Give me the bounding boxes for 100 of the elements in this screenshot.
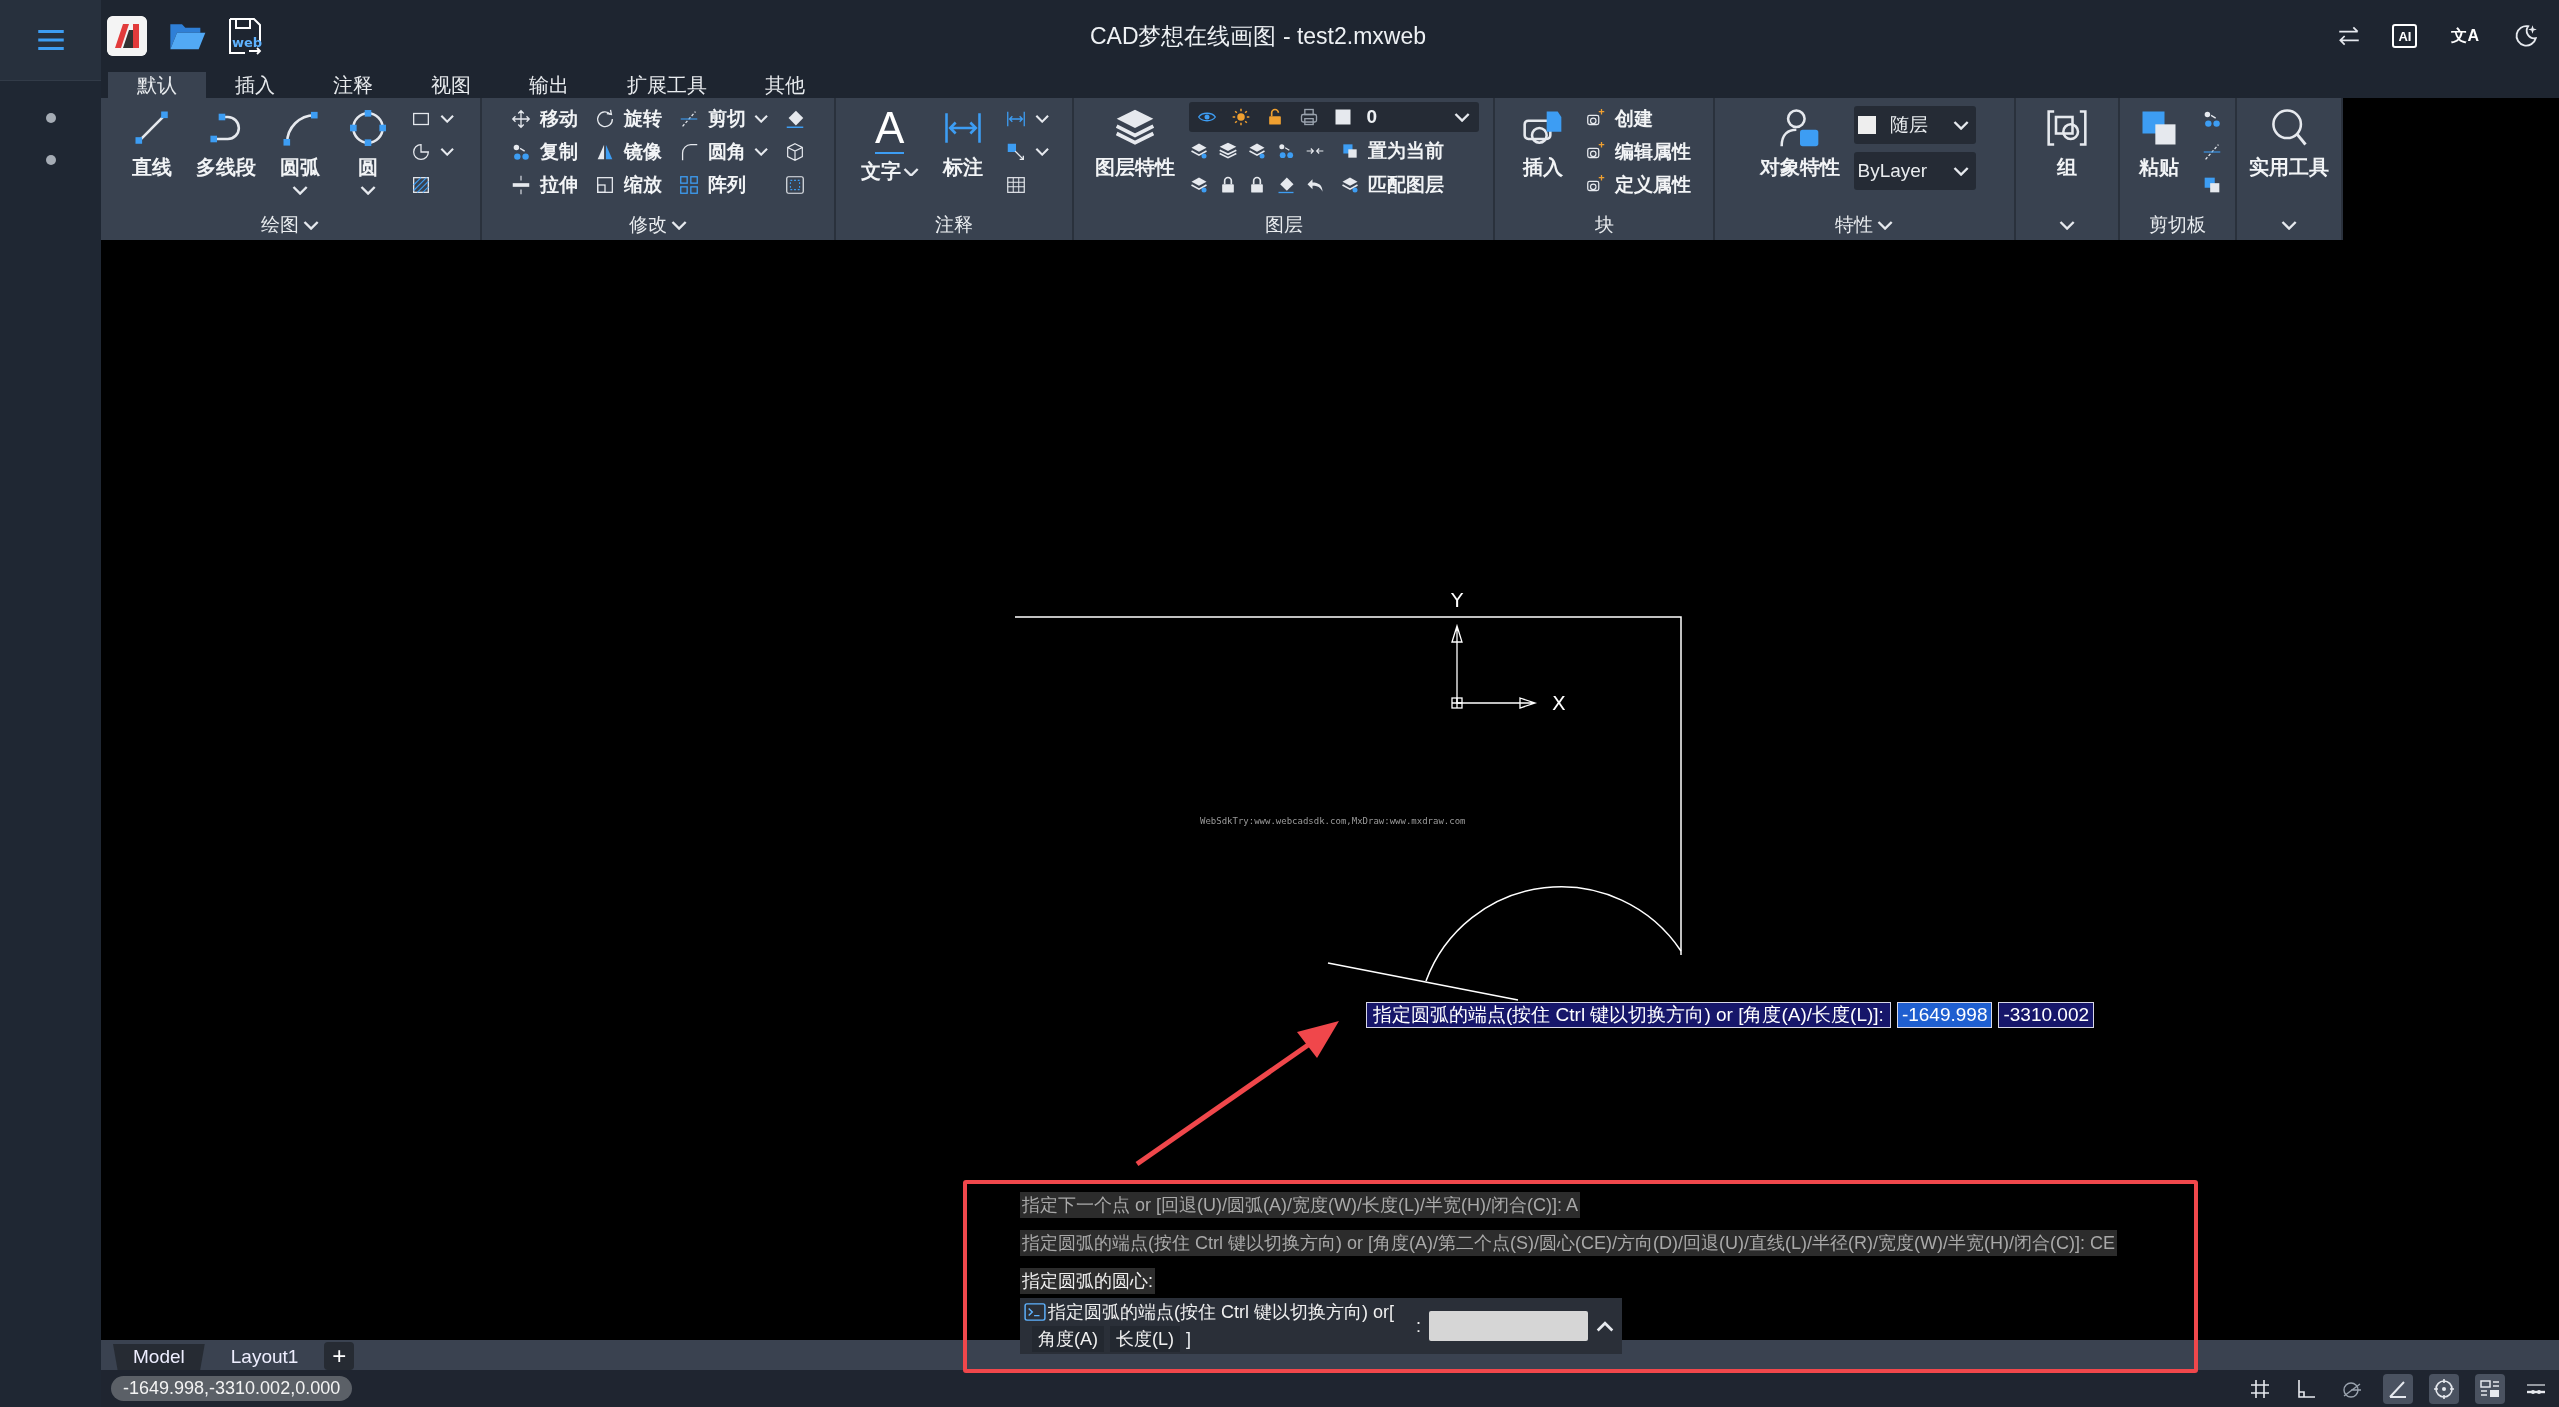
property-dropdown[interactable]: ByLayer bbox=[1853, 152, 1976, 190]
tool-label: 插入 bbox=[1523, 155, 1563, 180]
panel-title: 图层 bbox=[1264, 213, 1303, 237]
option-button[interactable]: 角度(A) bbox=[1032, 1326, 1104, 1352]
coordinates-readout: -1649.998,-3310.002,0.000 bbox=[111, 1376, 353, 1401]
command-prompt: 指定圆弧的端点(按住 Ctrl 键以切换方向) or[ bbox=[1048, 1301, 1394, 1324]
ai-icon[interactable]: AI bbox=[2392, 24, 2418, 48]
tool-button[interactable]: 插入 bbox=[1513, 102, 1573, 185]
tool-button[interactable]: 粘贴 bbox=[2128, 102, 2189, 185]
layout-tab[interactable]: Layout1 bbox=[210, 1344, 319, 1370]
tool-button[interactable]: 标注 bbox=[932, 102, 993, 185]
coordinate-field[interactable]: -3310.002 bbox=[1998, 1002, 2095, 1028]
tool-button[interactable]: 剪切 bbox=[673, 104, 773, 133]
tool-button[interactable]: 直线 bbox=[122, 102, 183, 185]
status-toggle[interactable] bbox=[2383, 1373, 2413, 1404]
tool-label: 圆角 bbox=[707, 139, 746, 164]
tool-button[interactable]: 移动 bbox=[505, 104, 582, 133]
sidebar-dot[interactable] bbox=[45, 113, 56, 123]
tool-label: 圆 bbox=[358, 155, 379, 180]
tool-button[interactable]: 多线段 bbox=[190, 102, 263, 185]
tool-button[interactable]: 复制 bbox=[505, 137, 582, 166]
caret-icon[interactable] bbox=[303, 220, 320, 230]
ribbon-tab[interactable]: 插入 bbox=[206, 72, 304, 98]
ribbon-tab[interactable]: 输出 bbox=[500, 72, 598, 98]
printer-icon bbox=[1298, 107, 1319, 127]
tool-button[interactable]: 图层特性 bbox=[1088, 102, 1181, 185]
coordinate-field[interactable]: -1649.998 bbox=[1896, 1002, 1993, 1028]
tool-label: 阵列 bbox=[707, 172, 746, 197]
tool-button[interactable]: 圆角 bbox=[673, 137, 773, 166]
tool-label: 复制 bbox=[539, 139, 578, 164]
tool-label: 多线段 bbox=[196, 155, 257, 180]
tool-label: 置为当前 bbox=[1367, 139, 1444, 163]
command-input[interactable] bbox=[1429, 1311, 1588, 1341]
layers-icon[interactable] bbox=[1188, 175, 1209, 195]
tool-button[interactable]: 圆 bbox=[338, 102, 399, 199]
tool-button[interactable]: 创建 bbox=[1581, 104, 1695, 133]
grid-squares-icon bbox=[677, 173, 700, 196]
ribbon-tab[interactable]: 扩展工具 bbox=[598, 72, 736, 98]
translate-icon[interactable]: 文A bbox=[2447, 23, 2483, 49]
caret-icon bbox=[1953, 166, 1970, 176]
tool-label: 拉伸 bbox=[539, 172, 578, 197]
layers-icon[interactable] bbox=[1246, 141, 1267, 161]
layers-icon bbox=[1339, 175, 1360, 195]
axis-label: Y bbox=[1451, 588, 1464, 612]
dropdown-value: ByLayer bbox=[1857, 160, 1929, 182]
tool-button[interactable]: 拉伸 bbox=[505, 170, 582, 199]
layer-dropdown[interactable]: 0 bbox=[1188, 102, 1479, 132]
ribbon-tab[interactable]: 其他 bbox=[736, 72, 834, 98]
caret-icon bbox=[1953, 120, 1970, 130]
tool-button[interactable]: 组 bbox=[2037, 102, 2097, 185]
tool-button[interactable]: 阵列 bbox=[673, 170, 773, 199]
logo-icon[interactable] bbox=[107, 16, 147, 56]
panel-title: 绘图 bbox=[261, 213, 300, 237]
tool-label: 对象特性 bbox=[1759, 155, 1840, 180]
ribbon-tab[interactable]: 注释 bbox=[304, 72, 402, 98]
tool-button[interactable]: 编辑属性 bbox=[1581, 137, 1695, 166]
add-tab-button[interactable]: + bbox=[324, 1342, 355, 1370]
caret-icon[interactable] bbox=[1596, 1320, 1614, 1332]
tool-button[interactable]: 定义属性 bbox=[1581, 170, 1695, 199]
status-toggle[interactable] bbox=[2475, 1373, 2505, 1404]
caret-icon[interactable] bbox=[1877, 220, 1894, 230]
tool-button[interactable]: A 文字 bbox=[854, 102, 925, 189]
caret-icon[interactable] bbox=[670, 220, 688, 230]
caret-icon[interactable] bbox=[2280, 220, 2298, 230]
tool-label: 组 bbox=[2057, 155, 2077, 180]
window-title: CAD梦想在线画图 - test2.mxweb bbox=[1089, 21, 1428, 51]
layer-name: 0 bbox=[1366, 106, 1379, 128]
moon-icon[interactable] bbox=[2513, 23, 2539, 49]
panel-title: 注释 bbox=[935, 213, 973, 237]
tool-label: 创建 bbox=[1615, 106, 1653, 131]
layout-tab[interactable]: Model bbox=[113, 1344, 205, 1370]
tool-label: 缩放 bbox=[623, 172, 662, 197]
tool-label: 剪切 bbox=[707, 106, 746, 131]
property-dropdown[interactable]: 随层 bbox=[1853, 106, 1976, 144]
option-button[interactable]: 长度(L) bbox=[1110, 1326, 1180, 1352]
layers-icon[interactable] bbox=[1217, 141, 1238, 161]
tool-label: 标注 bbox=[942, 155, 983, 180]
panel-title: 剪切板 bbox=[2149, 213, 2206, 237]
tool-button[interactable]: 旋转 bbox=[589, 104, 666, 133]
caret-icon[interactable] bbox=[2058, 220, 2076, 230]
tool-label: 圆弧 bbox=[280, 155, 321, 180]
tool-button[interactable]: 圆弧 bbox=[270, 102, 331, 199]
tool-button[interactable]: 对象特性 bbox=[1753, 102, 1846, 185]
tool-label: 粘贴 bbox=[2138, 155, 2179, 180]
tool-button[interactable]: 匹配图层 bbox=[1333, 170, 1444, 200]
tool-label: 编辑属性 bbox=[1615, 139, 1691, 164]
tool-button[interactable]: 缩放 bbox=[589, 170, 666, 199]
target-icon bbox=[2432, 1376, 2456, 1401]
ribbon-tab[interactable]: 视图 bbox=[402, 72, 500, 98]
status-toggle[interactable] bbox=[2429, 1373, 2459, 1404]
tool-button[interactable]: 实用工具 bbox=[2247, 102, 2331, 185]
axis-label: X bbox=[1552, 691, 1566, 715]
ribbon-tab[interactable]: 默认 bbox=[108, 72, 206, 98]
dropdown-value: 随层 bbox=[1889, 113, 1929, 137]
layers-icon[interactable] bbox=[1188, 141, 1209, 161]
tool-button[interactable]: 镜像 bbox=[589, 137, 666, 166]
sidebar-dot[interactable] bbox=[45, 155, 56, 165]
tool-label: 文字 bbox=[860, 159, 901, 184]
tool-button[interactable]: 置为当前 bbox=[1333, 136, 1444, 166]
tool-label: 匹配图层 bbox=[1367, 173, 1444, 197]
